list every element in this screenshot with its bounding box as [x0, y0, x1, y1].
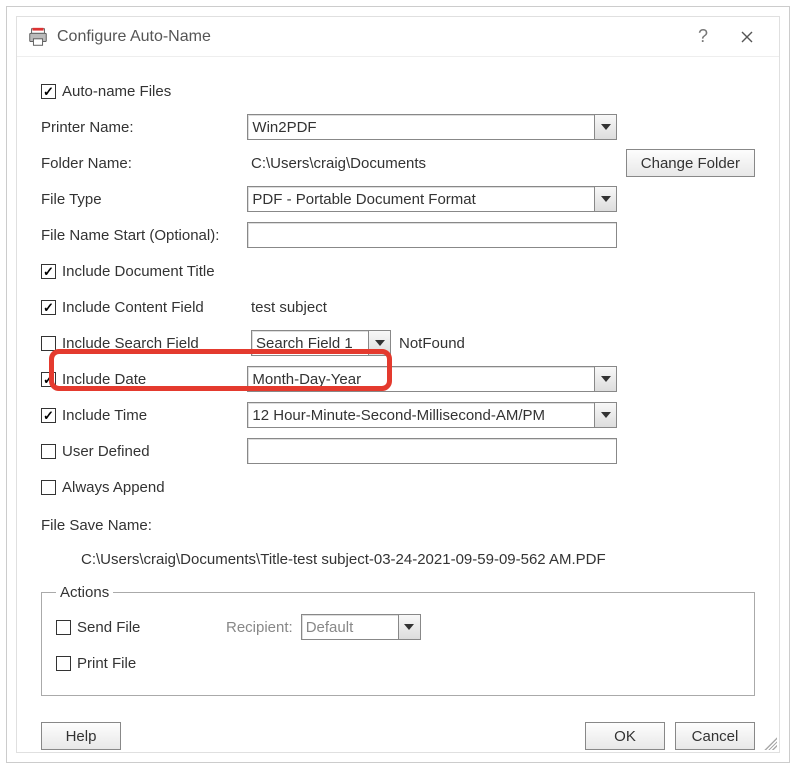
help-button[interactable]: Help: [41, 722, 121, 750]
printer-icon: [27, 26, 49, 48]
actions-group: Actions Send File Recipient: Default Pri…: [41, 584, 755, 696]
close-button[interactable]: [725, 17, 769, 57]
include-date-value: Month-Day-Year: [252, 371, 361, 388]
dialog-footer: Help OK Cancel: [17, 716, 779, 762]
recipient-value: Default: [306, 619, 354, 636]
always-append-label: Always Append: [62, 479, 165, 496]
include-content-value: test subject: [251, 299, 327, 316]
search-field-value: Search Field 1: [256, 335, 353, 352]
ok-button[interactable]: OK: [585, 722, 665, 750]
chevron-down-icon: [594, 187, 616, 211]
chevron-down-icon: [398, 615, 420, 639]
file-name-start-label: File Name Start (Optional):: [41, 227, 219, 244]
send-file-label: Send File: [77, 619, 140, 636]
include-search-label: Include Search Field: [62, 335, 199, 352]
include-date-combo[interactable]: Month-Day-Year: [247, 366, 617, 392]
dialog-window: Configure Auto-Name ? Auto-name Files Pr…: [16, 16, 780, 753]
chevron-down-icon: [368, 331, 390, 355]
recipient-label: Recipient:: [226, 619, 293, 636]
change-folder-button[interactable]: Change Folder: [626, 149, 755, 177]
include-search-checkbox[interactable]: [41, 336, 56, 351]
include-date-label: Include Date: [62, 371, 146, 388]
include-time-value: 12 Hour-Minute-Second-Millisecond-AM/PM: [252, 407, 545, 424]
include-content-label: Include Content Field: [62, 299, 204, 316]
send-file-checkbox[interactable]: [56, 620, 71, 635]
titlebar: Configure Auto-Name ?: [17, 17, 779, 57]
include-time-combo[interactable]: 12 Hour-Minute-Second-Millisecond-AM/PM: [247, 402, 617, 428]
chevron-down-icon: [594, 367, 616, 391]
user-defined-label: User Defined: [62, 443, 150, 460]
include-doc-title-checkbox[interactable]: [41, 264, 56, 279]
printer-name-label: Printer Name:: [41, 119, 134, 136]
folder-name-label: Folder Name:: [41, 155, 132, 172]
file-save-name-label: File Save Name:: [41, 517, 152, 534]
auto-name-files-label: Auto-name Files: [62, 83, 171, 100]
print-file-checkbox[interactable]: [56, 656, 71, 671]
help-titlebar-button[interactable]: ?: [681, 17, 725, 57]
file-save-name-preview: C:\Users\craig\Documents\Title-test subj…: [81, 545, 755, 578]
include-time-checkbox[interactable]: [41, 408, 56, 423]
include-time-label: Include Time: [62, 407, 147, 424]
user-defined-checkbox[interactable]: [41, 444, 56, 459]
file-type-combo[interactable]: PDF - Portable Document Format: [247, 186, 617, 212]
file-type-label: File Type: [41, 191, 102, 208]
chevron-down-icon: [594, 403, 616, 427]
include-doc-title-label: Include Document Title: [62, 263, 215, 280]
print-file-label: Print File: [77, 655, 136, 672]
printer-name-value: Win2PDF: [252, 119, 316, 136]
recipient-combo[interactable]: Default: [301, 614, 421, 640]
include-content-checkbox[interactable]: [41, 300, 56, 315]
cancel-button[interactable]: Cancel: [675, 722, 755, 750]
include-date-checkbox[interactable]: [41, 372, 56, 387]
file-type-value: PDF - Portable Document Format: [252, 191, 475, 208]
dialog-body: Auto-name Files Printer Name: Win2PDF Fo…: [17, 57, 779, 716]
user-defined-input[interactable]: [247, 438, 617, 464]
always-append-checkbox[interactable]: [41, 480, 56, 495]
search-field-status: NotFound: [399, 335, 465, 352]
chevron-down-icon: [594, 115, 616, 139]
actions-legend: Actions: [56, 584, 113, 601]
printer-name-combo[interactable]: Win2PDF: [247, 114, 617, 140]
resize-grip[interactable]: [761, 734, 777, 750]
folder-name-value: C:\Users\craig\Documents: [251, 155, 426, 172]
auto-name-files-checkbox[interactable]: [41, 84, 56, 99]
search-field-combo[interactable]: Search Field 1: [251, 330, 391, 356]
dialog-title: Configure Auto-Name: [57, 28, 211, 46]
file-name-start-input[interactable]: [247, 222, 617, 248]
